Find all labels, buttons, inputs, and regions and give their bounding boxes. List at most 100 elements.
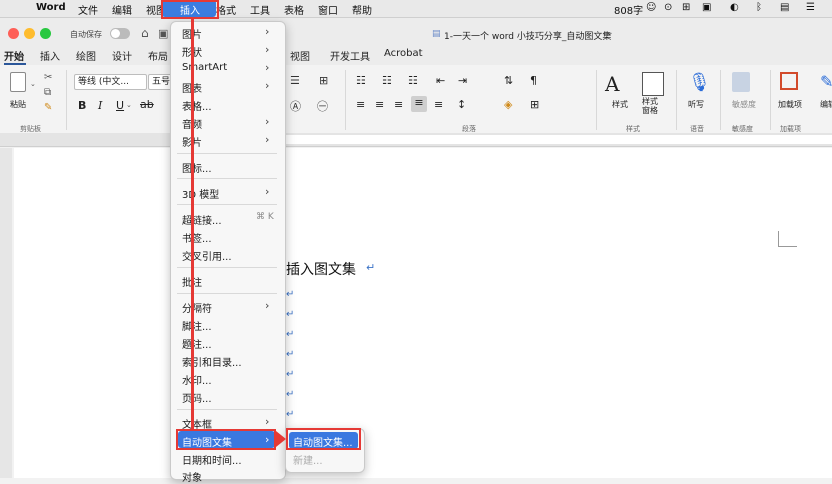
align-right-icon[interactable]: ≡ [394,98,403,111]
menu-item-icons[interactable]: 图标... [182,160,212,175]
chevron-down-icon[interactable]: ⌄ [606,28,614,38]
borders-icon[interactable]: ⊞ [530,98,539,111]
paragraph-mark: ↵ [286,309,295,320]
menu-item-smartart[interactable]: SmartArt [182,62,227,73]
styles-button[interactable]: 样式 [612,99,628,110]
editor-icon[interactable]: ✎ [820,72,832,91]
line-spacing-icon[interactable]: ↕ [457,98,466,111]
annotation-box-autotext [176,429,276,450]
distributed-icon[interactable]: ≡ [434,98,443,111]
enclose-char-icon[interactable]: ㊀ [317,98,328,114]
underline-button[interactable]: U [116,99,124,112]
document-title[interactable]: 1-一天一个 word 小技巧分享_自动图文集 [444,29,611,42]
menu-file[interactable]: 文件 [78,2,98,17]
numbered-list-icon[interactable]: ☷ [382,74,392,87]
menu-item-break[interactable]: 分隔符 [182,300,212,315]
zoom-window-button[interactable] [40,28,51,39]
tab-draw[interactable]: 绘图 [76,48,96,63]
increase-indent-icon[interactable]: ⇥ [458,74,467,87]
shirt-icon[interactable]: ▣ [702,2,711,13]
wechat-icon[interactable]: ◐ [730,2,739,13]
underline-dropdown-icon[interactable]: ⌄ [126,101,132,109]
phonetic-guide-icon[interactable]: Ⓐ [290,98,301,114]
shading-icon[interactable]: ⊞ [319,74,328,87]
menu-item-cross-reference[interactable]: 交叉引用... [182,248,232,263]
show-marks-icon[interactable]: ¶ [530,74,537,87]
dictate-button[interactable]: 听写 [688,99,704,110]
paste-button[interactable]: 粘贴 [10,99,26,110]
styles-gallery-icon[interactable]: A [605,72,619,96]
align-center-icon[interactable]: ≡ [375,98,384,111]
emoji-icon[interactable]: ☺ [646,2,656,13]
tab-acrobat[interactable]: Acrobat [384,48,423,59]
document-heading[interactable]: 插入图文集 [286,259,356,279]
paste-icon[interactable] [10,72,26,92]
tab-home[interactable]: 开始 [4,48,24,63]
addins-icon[interactable] [780,72,798,90]
chevron-right-icon: › [265,133,270,146]
bullet-list-icon[interactable]: ☷ [356,74,366,87]
menu-help[interactable]: 帮助 [352,2,372,17]
menu-item-page-numbers[interactable]: 页码... [182,390,212,405]
addins-button[interactable]: 加载项 [778,99,802,110]
menu-format[interactable]: 格式 [216,2,236,17]
tab-design[interactable]: 设计 [112,48,132,63]
bluetooth-icon[interactable]: ᛒ [756,2,762,13]
paste-dropdown-icon[interactable]: ⌄ [30,80,36,88]
paragraph-mark: ↵ [286,369,295,380]
menu-item-date-time[interactable]: 日期和时间... [182,452,242,467]
home-icon[interactable]: ⌂ [141,26,149,40]
app-menu-word[interactable]: Word [36,2,66,13]
decrease-indent-icon[interactable]: ⇤ [436,74,445,87]
menu-item-bookmark[interactable]: 书签... [182,230,212,245]
microphone-icon[interactable]: 🎙 [688,72,711,93]
menu-item-caption[interactable]: 题注... [182,336,212,351]
sort-icon[interactable]: ⇅ [504,74,513,87]
input-method-icon[interactable]: ⊞ [682,2,690,13]
cut-icon[interactable]: ✂ [44,72,52,83]
font-size-value: 五号 [152,77,171,87]
menu-item-3d-model[interactable]: 3D 模型 [182,186,219,201]
tab-layout[interactable]: 布局 [148,48,168,63]
close-window-button[interactable] [8,28,19,39]
menu-tools[interactable]: 工具 [250,2,270,17]
menu-window[interactable]: 窗口 [318,2,338,17]
minimize-window-button[interactable] [24,28,35,39]
multilevel-list-icon[interactable]: ☷ [408,74,418,87]
align-left-icon[interactable]: ≡ [356,98,365,111]
tab-developer[interactable]: 开发工具 [330,48,370,63]
editor-button[interactable]: 编辑 [820,99,832,110]
document-page[interactable] [14,148,832,478]
status-icon-2[interactable]: ⊙ [664,2,672,13]
font-name-combo[interactable]: 等线 (中文... [74,74,147,90]
menu-item-footnote[interactable]: 脚注... [182,318,212,333]
save-icon[interactable]: ▣ [158,27,168,40]
menu-item-hyperlink[interactable]: 超链接... [182,212,222,227]
format-painter-icon[interactable]: ✎ [44,102,52,113]
app-status-icon[interactable]: ▤ [780,2,789,13]
menu-item-table[interactable]: 表格... [182,98,212,113]
styles-pane-icon[interactable] [642,72,664,96]
ribbon-separator [345,70,346,130]
control-center-icon[interactable]: ☰ [806,2,815,13]
sensitivity-button[interactable]: 敏感度 [732,99,756,110]
styles-pane-button[interactable]: 样式 窗格 [642,97,658,115]
autosave-toggle[interactable] [110,28,130,39]
tab-insert[interactable]: 插入 [40,48,60,63]
chevron-right-icon: › [265,185,270,198]
bold-button[interactable]: B [78,99,86,112]
copy-icon[interactable]: ⧉ [44,87,51,98]
italic-button[interactable]: I [98,99,102,112]
menu-item-object[interactable]: 对象 [182,469,202,484]
sensitivity-icon[interactable] [732,72,750,92]
strikethrough-button[interactable]: ab [140,98,154,111]
tab-view[interactable]: 视图 [290,48,310,63]
menu-edit[interactable]: 编辑 [112,2,132,17]
justify-icon[interactable]: ≡ [411,96,427,112]
menu-item-watermark[interactable]: 水印... [182,372,212,387]
bullets-button[interactable]: ☰ [290,74,300,87]
submenu-item-new[interactable]: 新建... [293,452,323,467]
ribbon-separator [596,70,597,130]
menu-table[interactable]: 表格 [284,2,304,17]
paint-bucket-icon[interactable]: ◈ [504,98,512,111]
